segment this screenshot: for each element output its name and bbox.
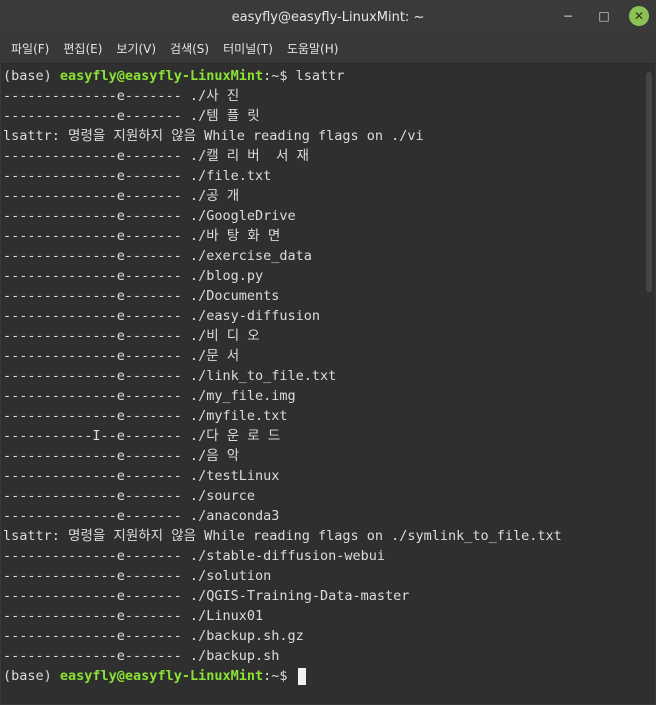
output-line: --------------e------- ./사 진: [3, 88, 240, 104]
terminal-window: easyfly@easyfly-LinuxMint: ~ − □ ✕ 파일(F)…: [0, 0, 656, 705]
output-line: --------------e------- ./exercise_data: [3, 248, 312, 264]
window-controls: − □ ✕: [557, 5, 649, 27]
menu-file[interactable]: 파일(F): [5, 36, 55, 61]
output-line: --------------e------- ./anaconda3: [3, 508, 280, 524]
output-line: --------------e------- ./GoogleDrive: [3, 208, 296, 224]
maximize-button[interactable]: □: [593, 5, 615, 27]
output-line: --------------e------- ./Documents: [3, 288, 280, 304]
output-line: --------------e------- ./QGIS-Training-D…: [3, 588, 410, 604]
output-line: --------------e------- ./backup.sh.gz: [3, 628, 304, 644]
output-line: --------------e------- ./testLinux: [3, 468, 280, 484]
prompt-env: (base): [3, 668, 60, 684]
prompt-user-host: easyfly@easyfly-LinuxMint: [59, 668, 264, 684]
output-line: lsattr: 명령을 지원하지 않음 While reading flags …: [3, 128, 424, 144]
output-line: --------------e------- ./myfile.txt: [3, 408, 288, 424]
output-line: --------------e------- ./easy-diffusion: [3, 308, 320, 324]
output-line: --------------e------- ./source: [3, 488, 255, 504]
terminal-output[interactable]: (base) easyfly@easyfly-LinuxMint:~$ lsat…: [1, 64, 643, 704]
menu-search[interactable]: 검색(S): [164, 36, 215, 61]
command-line: (base) easyfly@easyfly-LinuxMint:~$ lsat…: [1, 66, 643, 86]
scrollbar-thumb[interactable]: [646, 72, 652, 292]
command-text: lsattr: [295, 68, 345, 84]
current-prompt-line[interactable]: (base) easyfly@easyfly-LinuxMint:~$: [1, 666, 643, 686]
title-bar[interactable]: easyfly@easyfly-LinuxMint: ~ − □ ✕: [1, 1, 655, 33]
output-line: --------------e------- ./solution: [3, 568, 272, 584]
output-line: --------------e------- ./my_file.img: [3, 388, 296, 404]
output-line: --------------e------- ./file.txt: [3, 168, 272, 184]
output-line: --------------e------- ./비 디 오: [3, 328, 260, 344]
output-line: --------------e------- ./backup.sh: [3, 648, 280, 664]
prompt-user-host: easyfly@easyfly-LinuxMint: [59, 68, 264, 84]
menu-edit[interactable]: 편집(E): [57, 36, 108, 61]
text-cursor: [297, 667, 306, 685]
output-line: --------------e------- ./캘 리 버 서 재: [3, 148, 309, 164]
menu-terminal[interactable]: 터미널(T): [217, 36, 279, 61]
output-line: --------------e------- ./바 탕 화 면: [3, 228, 281, 244]
close-button[interactable]: ✕: [629, 6, 649, 26]
output-line: --------------e------- ./link_to_file.tx…: [3, 368, 337, 384]
output-line: --------------e------- ./Linux01: [3, 608, 264, 624]
output-line: -----------I--e------- ./다 운 로 드: [3, 428, 281, 444]
output-line: --------------e------- ./템 플 릿: [3, 108, 260, 124]
prompt-path: :~$: [263, 68, 296, 84]
menu-view[interactable]: 보기(V): [110, 36, 162, 61]
menu-help[interactable]: 도움말(H): [281, 36, 345, 61]
output-line: --------------e------- ./공 개: [3, 188, 240, 204]
output-line: --------------e------- ./문 서: [3, 348, 240, 364]
output-line: --------------e------- ./blog.py: [3, 268, 264, 284]
output-line: lsattr: 명령을 지원하지 않음 While reading flags …: [3, 528, 562, 544]
minimize-button[interactable]: −: [557, 5, 579, 27]
output-line: --------------e------- ./stable-diffusio…: [3, 548, 386, 564]
prompt-env: (base): [3, 68, 60, 84]
menu-bar: 파일(F) 편집(E) 보기(V) 검색(S) 터미널(T) 도움말(H): [1, 33, 655, 64]
output-line: --------------e------- ./음 악: [3, 448, 240, 464]
prompt-path: :~$: [263, 668, 296, 684]
window-title: easyfly@easyfly-LinuxMint: ~: [231, 9, 425, 25]
vertical-scrollbar[interactable]: [643, 64, 655, 704]
